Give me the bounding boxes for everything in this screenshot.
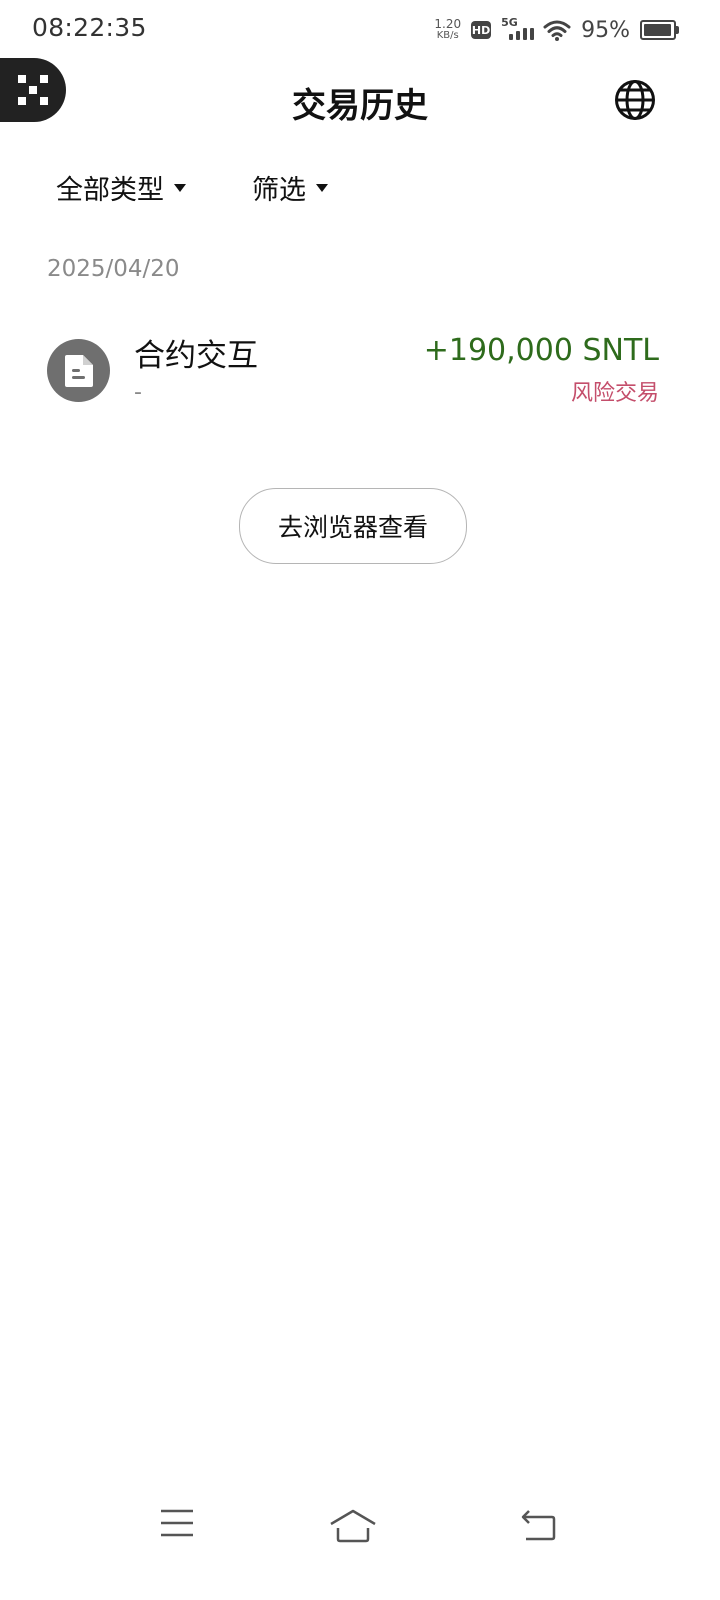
risk-tag: 风险交易 [570,381,659,406]
document-icon [65,355,93,387]
battery-fill [644,24,671,36]
date-group-label: 2025/04/20 [47,256,180,282]
filter-type-dropdown[interactable]: 全部类型 [56,168,186,207]
status-bar: 08:22:35 1.20 KB/s HD 5G 95% [0,0,720,58]
net-speed-value: 1.20 [434,17,462,31]
status-time: 08:22:35 [32,13,147,42]
transaction-subtitle: - [134,380,142,405]
filter-dropdown[interactable]: 筛选 [252,168,328,207]
filter-type-label: 全部类型 [56,175,164,206]
menu-icon[interactable] [160,1508,194,1538]
back-icon[interactable] [520,1508,556,1542]
caret-down-icon [174,183,186,192]
filter-label: 筛选 [252,175,306,206]
net-speed-unit: KB/s [436,30,459,41]
signal-bar [530,28,535,40]
net-speed: 1.20 KB/s [434,17,462,41]
signal-icon: 5G [501,16,535,42]
wifi-icon [543,20,571,41]
status-icons: 1.20 KB/s HD 5G 95% [434,14,679,46]
view-in-browser-button[interactable]: 去浏览器查看 [239,488,467,564]
signal-bar [509,34,514,40]
transaction-title: 合约交互 [134,338,258,374]
transaction-amount: +190,000 SNTL [423,333,659,368]
battery-percent: 95% [581,17,630,43]
battery-icon [640,20,679,40]
signal-bar [516,31,521,40]
signal-bar [523,28,528,40]
caret-down-icon [316,183,328,192]
globe-icon[interactable] [614,79,656,121]
screen: 08:22:35 1.20 KB/s HD 5G 95% 交易历史 全部类型 筛… [0,0,720,1600]
home-icon[interactable] [329,1508,377,1544]
transaction-row[interactable]: 合约交互 - +190,000 SNTL 风险交易 [47,330,659,410]
page-title: 交易历史 [292,86,428,126]
transaction-avatar [47,339,110,402]
hd-icon: HD [471,21,492,39]
